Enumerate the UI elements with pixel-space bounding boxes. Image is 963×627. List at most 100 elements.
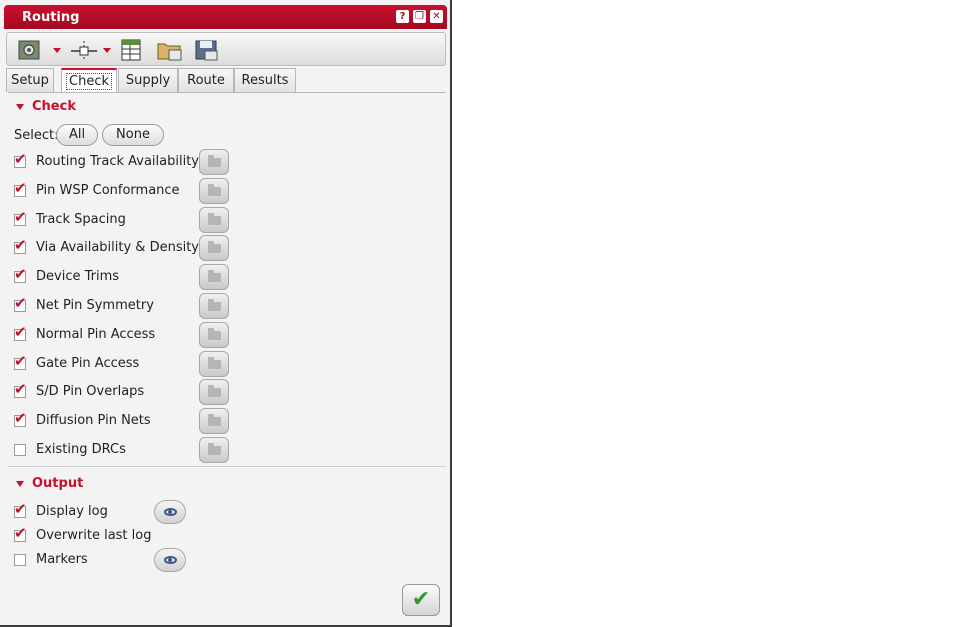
table-icon[interactable] — [119, 37, 145, 61]
checkmark-icon: ✔ — [14, 524, 27, 542]
help-button[interactable]: ? — [396, 10, 409, 23]
output-item-overwrite-last-log: ✔ Overwrite last log — [14, 526, 174, 547]
tab-supply[interactable]: Supply — [118, 68, 178, 92]
check-item-label: S/D Pin Overlaps — [36, 384, 145, 400]
options-button[interactable] — [199, 437, 229, 463]
folder-open-icon[interactable] — [155, 37, 185, 61]
tab-setup-label: Setup — [11, 73, 49, 88]
folder-icon — [208, 414, 221, 427]
select-all-button[interactable]: All — [56, 124, 98, 146]
checkmark-icon: ✔ — [14, 351, 27, 370]
check-item-label: Normal Pin Access — [36, 326, 156, 342]
options-button[interactable] — [199, 264, 229, 291]
checkbox[interactable]: ✔ — [14, 324, 27, 341]
folder-icon — [208, 327, 221, 340]
view-button[interactable] — [154, 548, 186, 572]
folder-icon — [208, 443, 221, 455]
close-button[interactable]: ✕ — [430, 10, 443, 23]
options-button[interactable] — [199, 350, 229, 377]
folder-icon — [208, 299, 221, 311]
collapse-arrow-icon — [16, 103, 24, 110]
folder-icon — [208, 270, 221, 283]
folder-icon — [208, 155, 221, 167]
tab-check[interactable]: Check — [61, 68, 117, 92]
check-item-label: Net Pin Symmetry — [36, 298, 154, 313]
check-section-title: Check — [32, 99, 76, 114]
folder-icon — [208, 356, 221, 369]
dropdown-arrow-icon — [53, 48, 61, 53]
route-config-icon[interactable] — [17, 37, 65, 61]
checkmark-icon: ✔ — [14, 380, 27, 399]
check-item-label: Routing Track Availability — [36, 154, 199, 169]
output-section-header[interactable]: Output — [16, 476, 83, 491]
ok-button[interactable]: ✔ — [402, 584, 440, 616]
check-item-label: Pin WSP Conformance — [36, 182, 180, 198]
output-item-label: Display log — [36, 504, 108, 519]
options-button[interactable] — [199, 379, 229, 406]
checkmark-icon: ✔ — [14, 236, 27, 255]
checkbox[interactable]: ✔ — [14, 382, 27, 399]
check-item-label: Diffusion Pin Nets — [36, 413, 151, 429]
folder-icon — [208, 212, 221, 225]
tab-results[interactable]: Results — [234, 68, 296, 92]
checkbox[interactable]: ✔ — [14, 152, 27, 168]
options-button[interactable] — [199, 235, 229, 262]
save-icon[interactable] — [193, 37, 221, 61]
tab-route-label: Route — [187, 73, 225, 88]
checkbox[interactable]: ✔ — [14, 296, 27, 312]
output-item-label: Overwrite last log — [36, 528, 152, 543]
folder-icon — [208, 183, 221, 196]
select-label: Select: — [14, 128, 59, 143]
title-bar: Routing ? ❐ ✕ — [4, 5, 447, 29]
eye-icon — [164, 508, 177, 516]
checkbox[interactable]: ✔ — [14, 502, 27, 518]
checkbox[interactable]: ✔ — [14, 353, 27, 370]
options-button[interactable] — [199, 408, 229, 435]
check-item-label: Via Availability & Density — [36, 240, 200, 256]
checkbox[interactable]: ✔ — [14, 526, 27, 542]
options-button[interactable] — [199, 206, 229, 233]
view-button[interactable] — [154, 500, 186, 524]
restore-button[interactable]: ❐ — [413, 10, 426, 23]
section-divider — [8, 466, 446, 467]
checkbox[interactable] — [14, 554, 26, 566]
tab-route[interactable]: Route — [178, 68, 234, 92]
output-item-display-log: ✔ Display log — [14, 502, 174, 523]
checkmark-icon: ✔ — [14, 265, 27, 284]
output-section-title: Output — [32, 476, 84, 491]
checkmark-icon: ✔ — [14, 409, 27, 428]
options-button[interactable] — [199, 321, 229, 348]
folder-icon — [208, 241, 221, 254]
check-section-header[interactable]: Check — [16, 99, 76, 114]
output-item-markers: Markers — [14, 551, 174, 571]
options-button[interactable] — [199, 177, 229, 204]
checkbox[interactable]: ✔ — [14, 209, 27, 226]
checkmark-icon: ✔ — [14, 500, 27, 518]
checkbox[interactable]: ✔ — [14, 411, 27, 428]
check-item-label: Device Trims — [36, 269, 120, 285]
select-none-button[interactable]: None — [102, 124, 164, 146]
tab-setup[interactable]: Setup — [6, 68, 54, 92]
connection-icon[interactable] — [67, 37, 115, 61]
check-tab-content: Check Select: All None ✔ Routing Track Av… — [8, 92, 446, 621]
checkbox[interactable]: ✔ — [14, 267, 27, 284]
window-title: Routing — [22, 10, 80, 25]
check-item-label: Track Spacing — [36, 211, 126, 227]
options-button[interactable] — [199, 149, 229, 175]
tab-supply-label: Supply — [125, 73, 171, 88]
eye-icon — [164, 556, 177, 564]
checkbox[interactable] — [14, 444, 26, 456]
tab-results-label: Results — [241, 73, 289, 88]
checkmark-icon: ✔ — [14, 294, 27, 312]
checkmark-icon: ✔ — [14, 150, 27, 168]
collapse-arrow-icon — [16, 480, 24, 487]
checkbox[interactable]: ✔ — [14, 180, 27, 197]
check-item-label: Gate Pin Access — [36, 355, 140, 371]
options-button[interactable] — [199, 293, 229, 319]
folder-icon — [208, 385, 221, 398]
check-item-label: Existing DRCs — [36, 442, 126, 457]
checkmark-icon: ✔ — [14, 178, 27, 197]
checkbox[interactable]: ✔ — [14, 238, 27, 255]
tab-check-label: Check — [66, 73, 112, 90]
output-item-label: Markers — [36, 552, 88, 567]
